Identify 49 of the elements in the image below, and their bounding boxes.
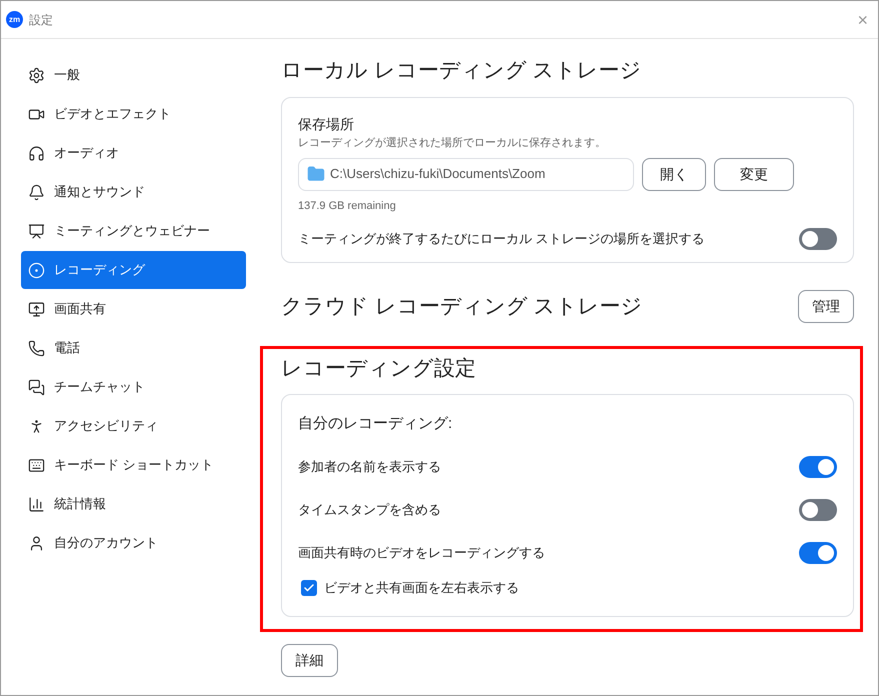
window-title: 設定 <box>29 12 54 28</box>
toggle-switch[interactable] <box>799 456 837 478</box>
sidebar-item[interactable]: ミーティングとウェビナー <box>21 212 246 250</box>
location-label: 保存場所 <box>298 115 355 134</box>
toggle-switch[interactable] <box>799 542 837 564</box>
app-logo: zm <box>6 11 23 28</box>
check-icon <box>303 582 315 594</box>
location-description: レコーディングが選択された場所でローカルに保存されます。 <box>298 136 607 151</box>
sidebar-item[interactable]: オーディオ <box>21 134 246 172</box>
toggle-switch[interactable] <box>799 498 837 520</box>
sidebar-item[interactable]: ビデオとエフェクト <box>21 95 246 133</box>
sidebar-item[interactable]: 通知とサウンド <box>21 173 246 211</box>
sidebar-item[interactable]: 画面共有 <box>21 290 246 328</box>
details-button[interactable]: 詳細 <box>281 644 338 677</box>
bar-chart-icon <box>28 496 45 512</box>
checkbox[interactable] <box>301 580 317 596</box>
sidebar-item[interactable]: レコーディング <box>21 251 246 289</box>
group-label: 自分のレコーディング: <box>298 414 454 434</box>
sidebar-item[interactable]: アクセシビリティ <box>21 407 246 445</box>
option-label: ミーティングが終了するたびにローカル ストレージの場所を選択する <box>298 230 705 248</box>
path-button[interactable]: 変更 <box>714 158 794 190</box>
option-label: タイムスタンプを含める <box>298 500 441 519</box>
manage-button[interactable]: 管理 <box>798 290 854 323</box>
sidebar-item[interactable]: キーボード ショートカット <box>21 446 246 484</box>
section-heading: レコーディング設定 <box>281 356 477 382</box>
path-field[interactable]: C:\Users\chizu-fuki\Documents\Zoom <box>298 158 634 190</box>
sidebar-item[interactable]: 電話 <box>21 329 246 367</box>
path-button[interactable]: 開く <box>642 158 706 190</box>
keyboard-icon <box>28 456 45 474</box>
remaining-space: 137.9 GB remaining <box>298 198 397 214</box>
option-label: 画面共有時のビデオをレコーディングする <box>298 544 545 562</box>
option-label: ビデオと共有画面を左右表示する <box>324 579 519 598</box>
sidebar-item[interactable]: チームチャット <box>21 368 246 406</box>
sidebar-item[interactable]: 自分のアカウント <box>21 524 246 562</box>
toggle-switch[interactable] <box>799 228 837 250</box>
folder-icon <box>307 165 325 183</box>
sidebar-item[interactable]: 一般 <box>21 56 246 94</box>
chat-bubbles-icon <box>28 378 45 396</box>
option-label: 参加者の名前を表示する <box>298 458 441 476</box>
user-icon <box>28 534 45 552</box>
headphones-icon <box>28 144 45 162</box>
screen-share-icon <box>28 300 45 318</box>
section-heading: ローカル レコーディング ストレージ <box>281 58 643 84</box>
phone-icon <box>28 340 45 356</box>
gear-icon <box>28 66 45 84</box>
sidebar-item[interactable]: 統計情報 <box>21 485 246 523</box>
record-icon <box>28 262 45 278</box>
section-heading: クラウド レコーディング ストレージ <box>281 294 643 320</box>
bell-icon <box>28 184 45 200</box>
